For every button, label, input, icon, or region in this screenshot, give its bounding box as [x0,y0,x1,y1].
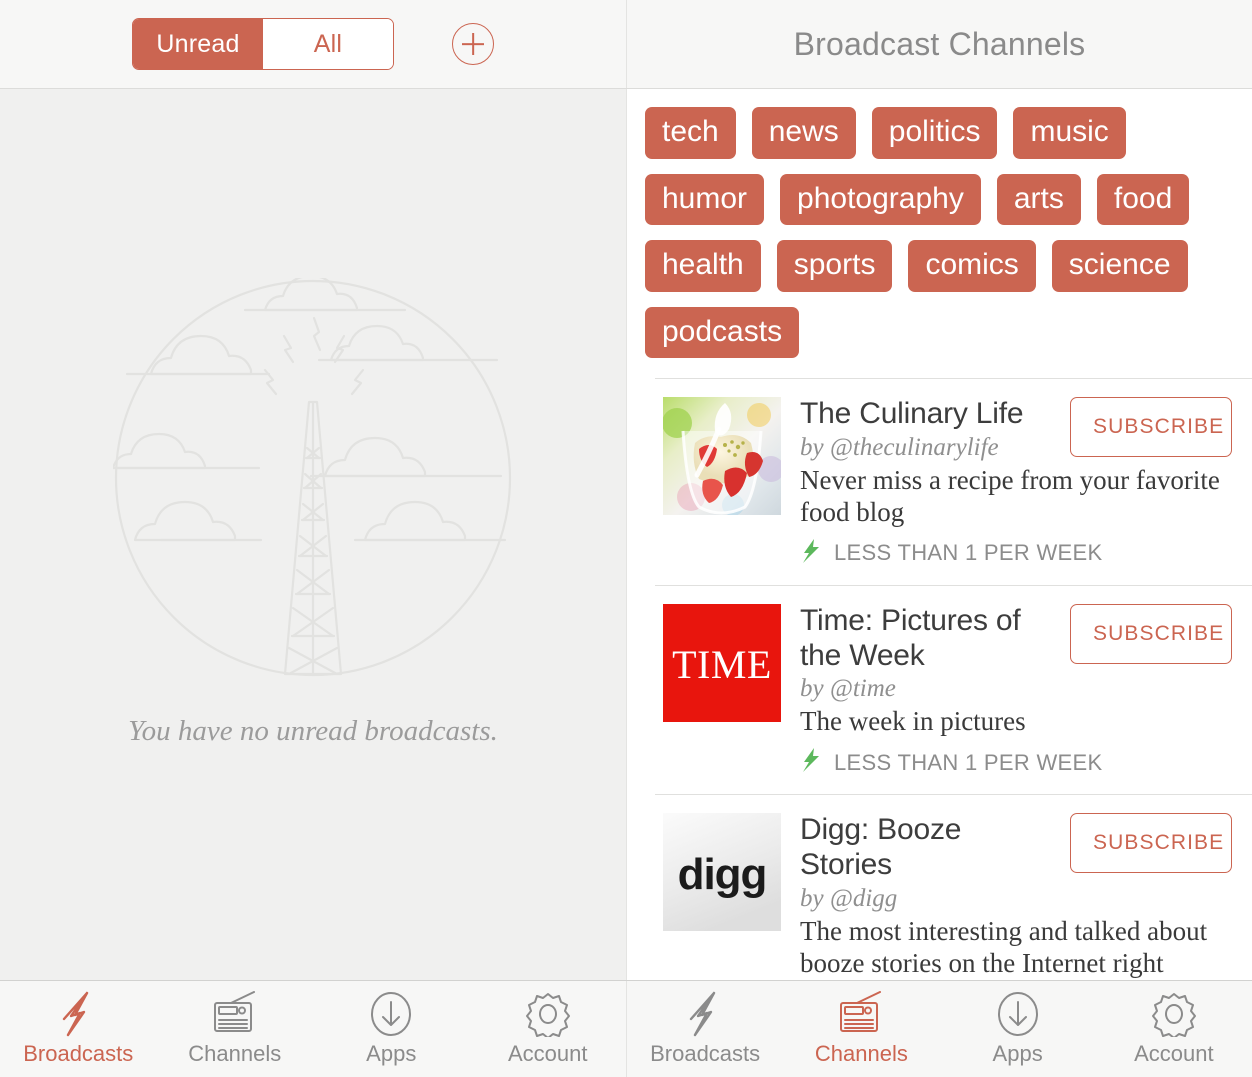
tab-broadcasts[interactable]: Broadcasts [0,981,157,1077]
page-title: Broadcast Channels [793,25,1086,62]
green-lightning-icon [800,538,822,569]
channel-frequency-label: LESS THAN 1 PER WEEK [834,749,1103,775]
channel-title: The Culinary Life [800,397,1024,431]
segment-unread[interactable]: Unread [133,19,263,69]
channel-header: Time: Pictures of the Week by @time SUBS… [800,603,1232,704]
lightning-bolt-icon [683,991,727,1037]
channel-frequency: LESS THAN 1 PER WEEK [800,747,1232,778]
channel-title-group: The Culinary Life by @theculinarylife [800,397,1058,462]
broadcast-tower-illustration [111,274,513,693]
empty-state-message: You have no unread broadcasts. [128,714,498,747]
left-tab-bar: Broadcasts Channels Apps Account [0,981,626,1077]
channel-author: by @theculinarylife [800,434,999,462]
segment-all[interactable]: All [263,19,393,69]
channel-info: Digg: Booze Stories by @digg SUBSCRIBE T… [800,813,1232,979]
channel-list: The Culinary Life by @theculinarylife SU… [627,378,1252,980]
channel-description: Never miss a recipe from your favorite f… [800,465,1220,528]
bottom-tab-bars: Broadcasts Channels Apps Account Broadca… [0,980,1252,1077]
tab-broadcasts[interactable]: Broadcasts [627,981,783,1077]
tag-chip[interactable]: health [645,240,761,292]
plus-circle-icon[interactable] [452,23,494,65]
channel-header: Digg: Booze Stories by @digg SUBSCRIBE [800,813,1232,913]
channel-list-item[interactable]: The Culinary Life by @theculinarylife SU… [655,378,1252,585]
unread-all-segmented-control[interactable]: Unread All [132,18,394,70]
tag-chip[interactable]: politics [871,107,998,159]
tag-chip[interactable]: food [1096,173,1190,226]
tab-account[interactable]: Account [1096,981,1252,1077]
download-circle-icon [995,991,1041,1037]
tag-chip[interactable]: arts [996,173,1081,226]
tag-chip[interactable]: news [751,107,856,159]
digg-logo: digg [663,813,781,932]
tag-chip[interactable]: comics [908,240,1036,292]
gear-icon [1150,991,1198,1037]
tab-label: Apps [992,1041,1043,1066]
gear-icon [524,991,572,1037]
channel-frequency-label: LESS THAN 1 PER WEEK [834,540,1103,566]
time-logo: TIME [663,603,781,722]
channel-title-group: Time: Pictures of the Week by @time [800,604,1058,704]
channel-title-group: Digg: Booze Stories by @digg [800,813,1058,913]
channel-frequency: LESS THAN 1 PER WEEK [800,538,1232,569]
channel-description: The week in pictures [800,706,1026,737]
digg-logo-text: digg [678,850,767,899]
tab-label: Account [508,1041,588,1066]
tag-chip[interactable]: music [1013,107,1126,159]
left-pane-toolbar: Unread All [0,0,626,88]
channel-title: Digg: Booze Stories [800,813,962,882]
download-circle-icon [368,991,414,1037]
channel-author: by @digg [800,884,898,912]
channels-pane: tech news politics music humor photograp… [626,89,1252,980]
tab-label: Account [1134,1041,1214,1066]
channel-title: Time: Pictures of the Week [800,603,1021,672]
tab-channels[interactable]: Channels [783,981,939,1077]
right-pane-toolbar: Broadcast Channels [626,0,1252,88]
channel-list-item[interactable]: digg Digg: Booze Stories by @digg SUBSCR… [655,794,1252,980]
tab-label: Channels [814,1041,908,1066]
green-lightning-icon [800,747,822,778]
tab-label: Broadcasts [23,1041,134,1066]
tab-apps[interactable]: Apps [940,981,1096,1077]
tag-chip[interactable]: tech [645,107,736,159]
tag-chip[interactable]: science [1051,240,1188,292]
subscribe-button[interactable]: SUBSCRIBE [1070,397,1232,458]
right-tab-bar: Broadcasts Channels Apps Account [626,981,1252,1077]
channel-info: Time: Pictures of the Week by @time SUBS… [800,603,1232,778]
broadcasts-pane: You have no unread broadcasts. [0,89,626,980]
tab-label: Broadcasts [650,1041,761,1066]
channel-list-item[interactable]: TIME Time: Pictures of the Week by @time… [655,584,1252,794]
channel-description: The most interesting and talked about bo… [800,915,1208,978]
channel-author: by @time [800,675,896,703]
subscribe-button[interactable]: SUBSCRIBE [1070,813,1232,874]
tag-chip[interactable]: humor [645,173,765,226]
channel-header: The Culinary Life by @theculinarylife SU… [800,397,1232,462]
tab-account[interactable]: Account [470,981,627,1077]
panes: You have no unread broadcasts. tech news… [0,89,1252,980]
tab-channels[interactable]: Channels [157,981,314,1077]
tab-apps[interactable]: Apps [313,981,470,1077]
time-logo-text: TIME [672,642,772,687]
culinary-dessert-photo [663,397,781,516]
tag-list: tech news politics music humor photograp… [627,89,1252,378]
subscribe-button[interactable]: SUBSCRIBE [1070,603,1232,664]
app-root: Unread All Broadcast Channels You have n… [0,0,1252,1077]
channel-info: The Culinary Life by @theculinarylife SU… [800,397,1232,569]
tag-chip[interactable]: photography [780,173,981,226]
radio-icon [837,991,885,1037]
tag-chip[interactable]: podcasts [645,306,800,359]
tab-label: Apps [366,1041,417,1066]
lightning-bolt-icon [56,991,100,1037]
tag-chip[interactable]: sports [776,240,893,292]
top-bars: Unread All Broadcast Channels [0,0,1252,89]
radio-icon [211,991,259,1037]
tab-label: Channels [188,1041,282,1066]
